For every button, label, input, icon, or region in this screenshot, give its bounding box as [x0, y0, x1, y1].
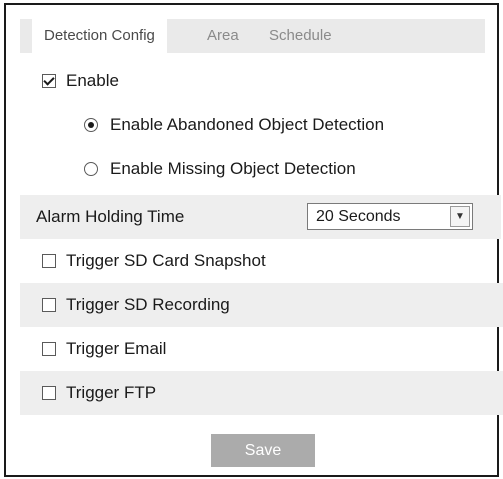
tab-detection-config[interactable]: Detection Config: [32, 19, 167, 53]
trigger-ftp-label: Trigger FTP: [66, 383, 157, 402]
alarm-holding-time-row: Alarm Holding Time 20 Seconds ▼: [20, 195, 501, 239]
enable-checkbox[interactable]: [42, 74, 56, 88]
save-button[interactable]: Save: [211, 434, 315, 467]
tab-bar: Detection Config Area Schedule: [20, 19, 485, 53]
enable-row: Enable: [20, 59, 503, 103]
abandoned-object-row: Enable Abandoned Object Detection: [20, 103, 503, 147]
trigger-sd-recording-label: Trigger SD Recording: [66, 295, 230, 314]
chevron-down-icon[interactable]: ▼: [450, 206, 470, 227]
trigger-ftp-row: Trigger FTP: [20, 371, 503, 415]
tab-schedule[interactable]: Schedule: [269, 19, 332, 53]
alarm-holding-time-value: 20 Seconds: [316, 208, 401, 225]
tab-area[interactable]: Area: [207, 19, 239, 53]
enable-label: Enable: [66, 71, 119, 90]
trigger-email-label: Trigger Email: [66, 339, 167, 358]
detection-config-panel: Detection Config Area Schedule Enable En…: [4, 3, 503, 477]
abandoned-object-label: Enable Abandoned Object Detection: [110, 115, 385, 134]
trigger-sd-recording-checkbox[interactable]: [42, 298, 56, 312]
missing-object-label: Enable Missing Object Detection: [110, 159, 356, 178]
alarm-holding-time-label: Alarm Holding Time: [36, 207, 185, 226]
trigger-email-row: Trigger Email: [20, 327, 503, 371]
alarm-holding-time-select[interactable]: 20 Seconds ▼: [307, 203, 473, 230]
missing-object-radio[interactable]: [84, 162, 98, 176]
trigger-sd-recording-row: Trigger SD Recording: [20, 283, 503, 327]
trigger-sd-snapshot-label: Trigger SD Card Snapshot: [66, 251, 266, 270]
missing-object-row: Enable Missing Object Detection: [20, 147, 503, 191]
trigger-sd-snapshot-checkbox[interactable]: [42, 254, 56, 268]
trigger-email-checkbox[interactable]: [42, 342, 56, 356]
trigger-sd-snapshot-row: Trigger SD Card Snapshot: [20, 239, 503, 283]
abandoned-object-radio[interactable]: [84, 118, 98, 132]
trigger-ftp-checkbox[interactable]: [42, 386, 56, 400]
